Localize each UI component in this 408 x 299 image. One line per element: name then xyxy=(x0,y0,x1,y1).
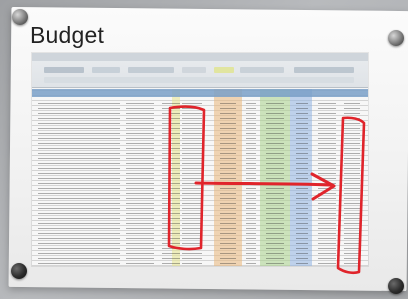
text-column xyxy=(38,99,120,264)
photo-scene: Budget xyxy=(0,0,408,299)
text-column xyxy=(318,99,336,264)
text-column xyxy=(344,99,360,264)
standoff-top-right-icon xyxy=(388,30,404,46)
ribbon-mark xyxy=(214,67,234,73)
text-column xyxy=(296,99,308,264)
text-column xyxy=(266,99,284,264)
text-column xyxy=(220,99,236,264)
standoff-bottom-right-icon xyxy=(388,278,404,294)
text-column xyxy=(126,99,154,264)
text-column xyxy=(246,99,256,264)
ribbon-mark xyxy=(44,77,354,83)
ribbon-mark xyxy=(240,67,284,73)
sign-title: Budget xyxy=(30,22,105,48)
spreadsheet-header-row xyxy=(32,89,368,97)
ribbon-mark xyxy=(44,67,84,73)
standoff-top-left-icon xyxy=(12,9,28,25)
printed-spreadsheet xyxy=(32,53,368,266)
ribbon-mark xyxy=(128,67,174,73)
ribbon-mark xyxy=(294,67,354,73)
ribbon-mark xyxy=(182,67,206,73)
standoff-bottom-left-icon xyxy=(11,263,27,279)
ribbon-tabbar xyxy=(32,53,368,61)
text-column xyxy=(182,99,202,264)
spreadsheet-ribbon xyxy=(32,53,368,88)
text-column xyxy=(162,99,180,264)
ribbon-mark xyxy=(92,67,120,73)
